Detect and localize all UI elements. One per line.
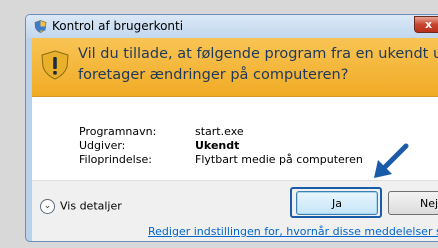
banner-line-1: Vil du tillade, at følgende program fra … [78,46,438,62]
program-name-value: start.exe [195,125,244,138]
program-name-label: Programnavn: [79,125,157,138]
publisher-value: Ukendt [195,139,240,152]
no-button[interactable]: Nej [388,191,438,215]
banner-line-2: foretager ændringer på computeren? [78,67,349,83]
uac-shield-icon [34,20,47,33]
show-details-toggle[interactable]: ⌄ Vis detaljer [40,199,122,214]
detail-row-program-name: Programnavn: start.exe [79,125,244,138]
detail-row-file-origin: Filoprindelse: Flytbart medie på computer… [79,153,363,166]
warning-shield-icon [41,50,69,80]
publisher-label: Udgiver: [79,139,126,152]
settings-link[interactable]: Rediger indstillingen for, hvornår disse… [148,225,438,238]
pointing-arrow-icon [374,143,409,178]
file-origin-label: Filoprindelse: [79,153,152,166]
yes-button[interactable]: Ja [296,191,378,215]
close-button[interactable]: x [414,16,438,33]
window-title: Kontrol af brugerkonti [52,19,184,33]
title-bar: Kontrol af brugerkonti x [26,15,438,38]
file-origin-value: Flytbart medie på computeren [195,153,363,166]
warning-banner: Vil du tillade, at følgende program fra … [32,38,438,97]
uac-dialog: Kontrol af brugerkonti x Vil du tillade,… [25,14,438,242]
banner-question: Vil du tillade, at følgende program fra … [78,44,438,86]
detail-row-publisher: Udgiver: Ukendt [79,139,239,152]
show-details-label: Vis detaljer [60,199,122,213]
dialog-footer: ⌄ Vis detaljer Ja Nej Rediger indstilling… [32,180,438,241]
chevron-down-icon: ⌄ [40,199,55,214]
